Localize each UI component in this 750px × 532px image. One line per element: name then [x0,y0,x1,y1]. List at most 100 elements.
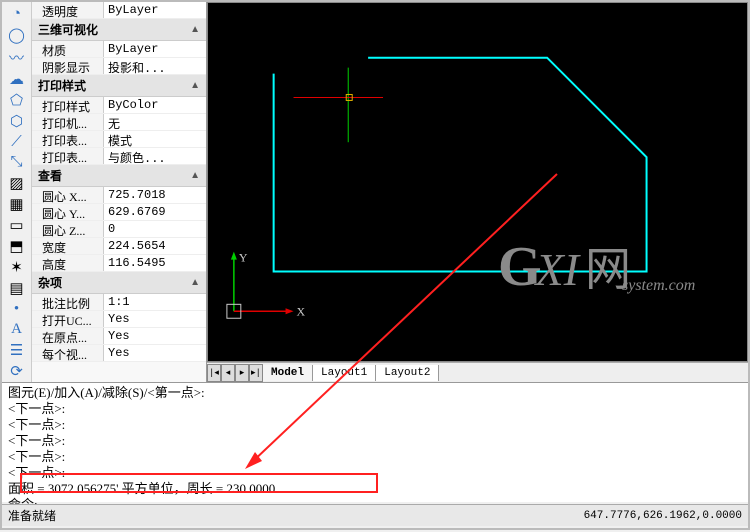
revcloud-icon[interactable]: ☁ [6,70,28,89]
command-history-line: <下一点>: [8,449,742,465]
prop-row[interactable]: 打印机...无 [32,114,206,131]
prop-value[interactable]: ByLayer [104,2,206,18]
command-history-line: <下一点>: [8,417,742,433]
command-line-area[interactable]: 图元(E)/加入(A)/减除(S)/<第一点>:<下一点>:<下一点>:<下一点… [2,382,748,502]
region-icon[interactable]: ⬒ [6,237,28,256]
prop-value[interactable]: 116.5495 [104,255,206,271]
prop-value[interactable]: 投影和... [104,58,206,74]
command-history-line: <下一点>: [8,465,742,481]
ucs-icon[interactable]: ☰ [6,341,28,360]
prop-row[interactable]: 批注比例1:1 [32,294,206,311]
prop-row[interactable]: 透明度ByLayer [32,2,206,19]
prop-key: 在原点... [32,328,104,344]
chevron-up-icon: ▲ [190,80,200,91]
command-history-line: <下一点>: [8,433,742,449]
region-planar-icon[interactable]: ⬠ [6,91,28,110]
prop-value[interactable]: 1:1 [104,294,206,310]
prop-row[interactable]: 打印表...与颜色... [32,148,206,165]
layout-tab-layout2[interactable]: Layout2 [376,365,439,381]
hatch-icon[interactable]: ▨ [6,174,28,193]
prop-group-title: 打印样式 [38,77,86,94]
prop-row[interactable]: 打印表...模式 [32,131,206,148]
prop-key: 高度 [32,255,104,271]
prop-key: 打印表... [32,131,104,147]
polyline-shape[interactable] [274,58,647,272]
command-result-line: 面积 = 3072.056275' 平方单位，周长 = 230.0000 [8,481,742,497]
prop-group-header[interactable]: 查看 ▲ [32,165,206,187]
ellipse-arc-icon[interactable]: ◔ [6,5,28,24]
trim-icon[interactable]: ⤡ [6,153,28,172]
property-panel: 透明度ByLayer三维可视化▲材质ByLayer阴影显示投影和...打印样式▲… [32,2,207,382]
layout-tab-model[interactable]: Model [263,365,313,381]
spline-icon[interactable]: 〰 [6,47,28,68]
command-history-line: <下一点>: [8,401,742,417]
prop-row[interactable]: 圆心 X...725.7018 [32,187,206,204]
prop-key: 宽度 [32,238,104,254]
prop-key: 打印机... [32,114,104,130]
prop-value[interactable]: Yes [104,311,206,327]
prop-row[interactable]: 在原点...Yes [32,328,206,345]
boundary-icon[interactable]: ▭ [6,216,28,235]
prop-key: 材质 [32,41,104,57]
prop-value[interactable]: 0 [104,221,206,237]
prop-group-title: 查看 [38,167,62,184]
chevron-up-icon: ▲ [190,24,200,35]
prop-key: 打印表... [32,148,104,164]
tab-first-icon[interactable]: |◂ [207,364,221,382]
prop-value[interactable]: 模式 [104,131,206,147]
prop-value[interactable]: 725.7018 [104,187,206,203]
table-icon[interactable]: ▤ [6,279,28,298]
tab-prev-icon[interactable]: ◂ [221,364,235,382]
prop-value[interactable]: 629.6769 [104,204,206,220]
chevron-up-icon: ▲ [190,170,200,181]
tab-next-icon[interactable]: ▸ [235,364,249,382]
prop-row[interactable]: 每个视...Yes [32,345,206,362]
prop-row[interactable]: 圆心 Z...0 [32,221,206,238]
prop-key: 圆心 Z... [32,221,104,237]
prop-value[interactable]: 与颜色... [104,148,206,164]
status-ready: 准备就绪 [8,507,56,524]
prop-row[interactable]: 材质ByLayer [32,41,206,58]
extend-icon[interactable]: ⟋ [6,133,28,152]
command-history-line: 图元(E)/加入(A)/减除(S)/<第一点>: [8,385,742,401]
svg-text:Y: Y [239,251,248,265]
prop-key: 圆心 X... [32,187,104,203]
prop-value[interactable]: ByLayer [104,41,206,57]
prop-key: 阴影显示 [32,58,104,74]
gradient-icon[interactable]: ▦ [6,195,28,214]
prop-row[interactable]: 宽度224.5654 [32,238,206,255]
region-3d-icon[interactable]: ⬡ [6,112,28,131]
prop-value[interactable]: Yes [104,328,206,344]
explode-icon[interactable]: ✶ [6,258,28,277]
refresh-icon[interactable]: ⟳ [6,362,28,381]
prop-group-title: 三维可视化 [38,21,98,38]
prop-group-header[interactable]: 杂项▲ [32,272,206,294]
layout-tab-layout1[interactable]: Layout1 [313,365,376,381]
prop-value[interactable]: ByColor [104,97,206,113]
point-icon[interactable]: • [6,300,28,319]
ellipse-icon[interactable]: ◯ [6,26,28,45]
svg-text:X: X [297,304,306,318]
prop-value[interactable]: 无 [104,114,206,130]
tab-last-icon[interactable]: ▸| [249,364,263,382]
prop-value[interactable]: Yes [104,345,206,361]
prop-group-header[interactable]: 三维可视化 ▲ [32,19,206,41]
ucs-icon-viewport: Y X [227,251,306,319]
prop-row[interactable]: 圆心 Y...629.6769 [32,204,206,221]
prop-row[interactable]: 打印样式ByColor [32,97,206,114]
canvas-area: Y X G XI 网 system.com |◂ ◂ ▸ ▸| ModelLay… [207,2,748,382]
prop-key: 圆心 Y... [32,204,104,220]
prop-key: 每个视... [32,345,104,361]
left-toolbar: ◔ ◯ 〰 ☁ ⬠ ⬡ ⟋⤡ ▨ ▦ ▭ ⬒ ✶ ▤ •A ☰ ⟳ [2,2,32,382]
status-coords: 647.7776,626.1962,0.0000 [584,510,742,522]
drawing-canvas[interactable]: Y X G XI 网 system.com [207,2,748,362]
prop-row[interactable]: 高度116.5495 [32,255,206,272]
prop-value[interactable]: 224.5654 [104,238,206,254]
layout-tabs: |◂ ◂ ▸ ▸| ModelLayout1Layout2 [207,362,748,382]
prop-row[interactable]: 打开UC...Yes [32,311,206,328]
prop-group-header[interactable]: 打印样式 ▲ [32,75,206,97]
prop-row[interactable]: 阴影显示投影和... [32,58,206,75]
mtext-icon[interactable]: A [6,320,28,339]
status-bar: 准备就绪 647.7776,626.1962,0.0000 [2,504,748,526]
chevron-up-icon: ▲ [190,277,200,288]
